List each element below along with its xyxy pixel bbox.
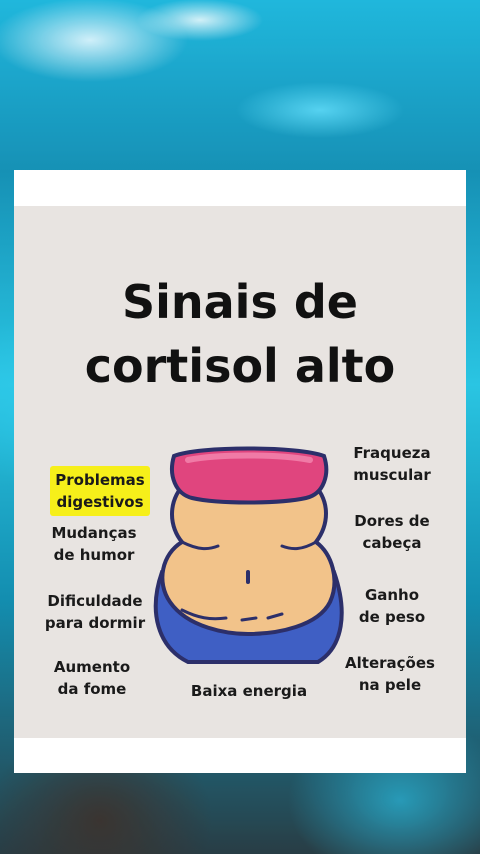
belly-skin-shape [160, 480, 337, 637]
title-line-2: cortisol alto [84, 339, 396, 393]
title-line-1: Sinais de [122, 275, 358, 329]
sign-dificuldade-para-dormir: Dificuldade para dormir [44, 592, 146, 632]
highlighted-label: Problemas digestivos [50, 466, 150, 516]
sign-problemas-digestivos: Problemas digestivos [40, 444, 160, 516]
sign-dores-de-cabeca: Dores de cabeça [354, 512, 430, 552]
sign-aumento-da-fome: Aumento da fome [53, 658, 131, 698]
sign-ganho-de-peso: Ganho de peso [358, 586, 426, 626]
page-title: Sinais de cortisol alto [14, 270, 466, 398]
sign-fraqueza-muscular: Fraqueza muscular [353, 444, 431, 484]
sign-baixa-energia: Baixa energia [190, 682, 308, 700]
infographic-card: Sinais de cortisol alto Problemas digest… [14, 206, 466, 738]
sign-mudancas-de-humor: Mudanças de humor [51, 524, 137, 564]
belly-illustration-icon [153, 446, 344, 664]
